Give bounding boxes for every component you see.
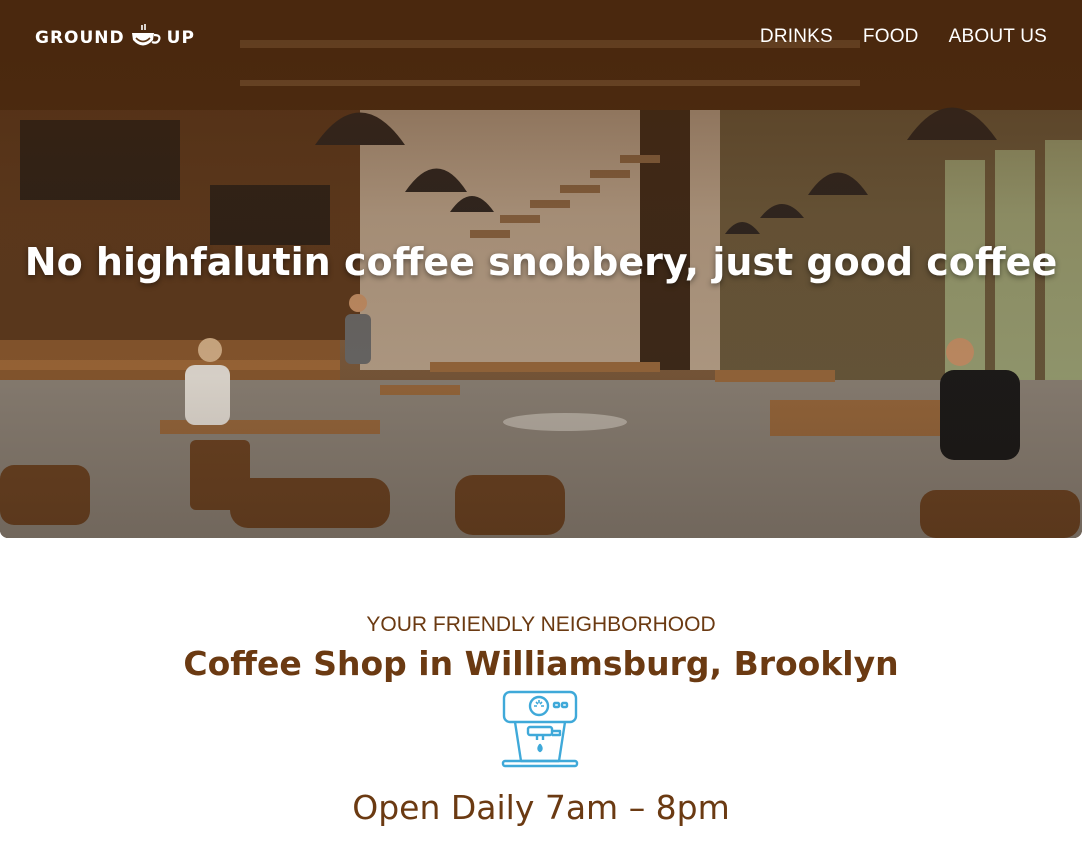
logo-text-ground: GROUND (35, 28, 125, 48)
logo-text-up: UP (166, 28, 195, 48)
nav-item-food[interactable]: FOOD (863, 26, 919, 48)
main-nav: DRINKS FOOD ABOUT US (760, 26, 1047, 48)
tagline: YOUR FRIENDLY NEIGHBORHOOD (366, 613, 716, 636)
nav-item-about-us[interactable]: ABOUT US (949, 26, 1047, 48)
page-heading: Coffee Shop in Williamsburg, Brooklyn (183, 644, 899, 683)
nav-item-drinks[interactable]: DRINKS (760, 26, 833, 48)
hero-banner: GROUND UP DRINKS FOOD ABOUT US No highfa… (0, 0, 1082, 538)
hero-title: No highfalutin coffee snobbery, just goo… (24, 240, 1058, 284)
espresso-machine-icon (501, 690, 579, 768)
coffee-cup-icon (131, 24, 161, 46)
site-logo[interactable]: GROUND UP (35, 20, 195, 56)
intro-section: YOUR FRIENDLY NEIGHBORHOOD Coffee Shop i… (0, 538, 1082, 851)
opening-hours: Open Daily 7am – 8pm (352, 788, 730, 827)
